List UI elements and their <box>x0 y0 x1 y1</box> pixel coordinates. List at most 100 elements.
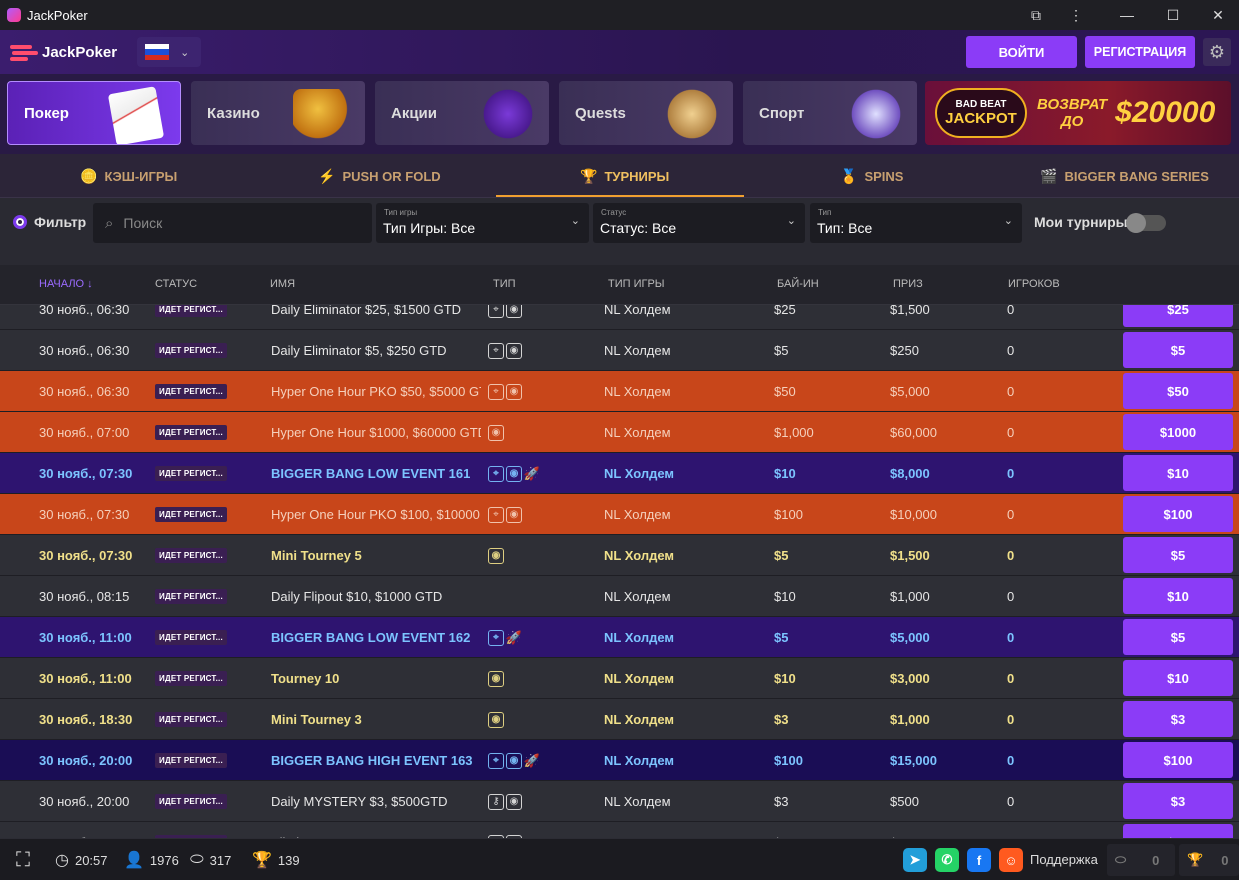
filter-label: Фильтр <box>34 214 87 230</box>
table-row[interactable]: 30 нояб., 20:00 ИДЕТ РЕГИСТ... Daily MYSTE… <box>0 781 1239 822</box>
game-type-select[interactable]: Тип игры Тип Игры: Все ⌄ <box>376 203 589 243</box>
register-tournament-button[interactable]: $10 <box>1123 455 1233 491</box>
tab-spins[interactable]: 🏅 SPINS <box>840 154 903 198</box>
playing-cards-icon <box>107 86 165 144</box>
register-tournament-button[interactable]: $3 <box>1123 701 1233 737</box>
register-tournament-button[interactable]: $100 <box>1123 742 1233 778</box>
name-cell: Mini Tourney 3 <box>271 712 362 727</box>
my-tournaments-counter[interactable]: 🏆 0 <box>1179 844 1239 876</box>
header-name[interactable]: ИМЯ <box>270 278 295 290</box>
table-row[interactable]: 30 нояб., 20:00 ИДЕТ РЕГИСТ... BIGGER BANG… <box>0 740 1239 781</box>
banner-line2: JACKPOT <box>945 110 1017 127</box>
register-button[interactable]: РЕГИСТРАЦИЯ <box>1085 36 1195 68</box>
register-tournament-button[interactable]: $50 <box>1123 373 1233 409</box>
fullscreen-icon[interactable]: ⛶ <box>16 839 36 880</box>
register-tournament-button[interactable]: $15 <box>1123 824 1233 838</box>
more-icon[interactable]: ⋮ <box>1053 0 1099 30</box>
table-row[interactable]: 30 нояб., 11:00 ИДЕТ РЕГИСТ... Tourney 10 ◉… <box>0 658 1239 699</box>
scroll-icon <box>661 89 723 139</box>
type-select[interactable]: Тип Тип: Все ⌄ <box>810 203 1022 243</box>
category-promotions[interactable]: Акции <box>375 81 549 145</box>
table-row[interactable]: 30 нояб., 07:30 ИДЕТ РЕГИСТ... BIGGER BANG… <box>0 453 1239 494</box>
logo[interactable]: JackPoker <box>10 43 117 61</box>
header-buyin[interactable]: БАЙ-ИН <box>777 278 819 290</box>
name-cell: BIGGER BANG LOW EVENT 162 <box>271 630 471 645</box>
status-cell: ИДЕТ РЕГИСТ... <box>155 740 227 781</box>
table-row[interactable]: 30 нояб., 06:30 ИДЕТ РЕГИСТ... Daily Elimi… <box>0 305 1239 330</box>
table-row[interactable]: 30 нояб., 18:30 ИДЕТ РЕГИСТ... Mini Tourne… <box>0 699 1239 740</box>
tab-cash-games[interactable]: 🪙 КЭШ-ИГРЫ <box>80 154 177 198</box>
header-type[interactable]: ТИП <box>493 278 516 290</box>
tab-tournaments[interactable]: 🏆 ТУРНИРЫ <box>580 154 669 198</box>
table-row[interactable]: 30 нояб., 20:00 ИДЕТ РЕГИСТ... Eliminator … <box>0 822 1239 838</box>
register-tournament-button[interactable]: $3 <box>1123 783 1233 819</box>
russian-flag-icon <box>145 44 170 60</box>
chip-icon: ◉ <box>506 342 522 359</box>
maximize-button[interactable]: ☐ <box>1150 0 1196 30</box>
facebook-icon[interactable]: f <box>967 848 991 872</box>
chip-icon: ◉ <box>506 305 522 318</box>
register-tournament-button[interactable]: $10 <box>1123 660 1233 696</box>
select-value: Тип Игры: Все <box>383 220 476 236</box>
minimize-button[interactable]: — <box>1104 0 1150 30</box>
search-input[interactable] <box>123 215 344 231</box>
filter-toggle[interactable]: Фильтр <box>13 214 86 230</box>
my-tournaments-toggle[interactable] <box>1126 213 1166 233</box>
close-button[interactable]: ✕ <box>1195 0 1239 30</box>
register-tournament-button[interactable]: $5 <box>1123 332 1233 368</box>
name-cell: Eliminator 15 <box>271 822 481 838</box>
tab-bigger-bang-series[interactable]: 🎬 BIGGER BANG SERIES <box>1040 154 1209 198</box>
players-cell: 0 <box>1007 384 1015 399</box>
type-cell: ◉ <box>488 699 504 740</box>
register-tournament-button[interactable]: $5 <box>1123 619 1233 655</box>
target-icon: ⌖ <box>488 383 504 400</box>
name-cell: Hyper One Hour PKO $100, $10000 G... <box>271 507 481 522</box>
header-prize[interactable]: ПРИЗ <box>893 278 923 290</box>
status-select[interactable]: Статус Статус: Все ⌄ <box>593 203 805 243</box>
name-cell: BIGGER BANG LOW EVENT 161 <box>271 466 471 481</box>
chip-icon: ◉ <box>488 711 504 728</box>
register-tournament-button[interactable]: $5 <box>1123 537 1233 573</box>
register-tournament-button[interactable]: $25 <box>1123 305 1233 327</box>
register-tournament-button[interactable]: $100 <box>1123 496 1233 532</box>
bad-beat-jackpot-banner[interactable]: BAD BEAT JACKPOT ВОЗВРАТ ДО $20000 <box>925 81 1231 145</box>
banner-amount: $20000 <box>1115 96 1216 129</box>
search-box[interactable]: ⌕ <box>93 203 372 243</box>
table-row[interactable]: 30 нояб., 06:30 ИДЕТ РЕГИСТ... Hyper One H… <box>0 371 1239 412</box>
category-quests[interactable]: Quests <box>559 81 733 145</box>
prize-cell: $500 <box>890 794 919 809</box>
support-link[interactable]: Поддержка <box>1030 852 1098 867</box>
language-selector[interactable]: ⌄ <box>137 37 202 67</box>
banner-line1: BAD BEAT <box>955 99 1007 110</box>
category-casino[interactable]: Казино <box>191 81 365 145</box>
table-row[interactable]: 30 нояб., 08:15 ИДЕТ РЕГИСТ... Daily Flipo… <box>0 576 1239 617</box>
support-agent-icon[interactable]: ☺ <box>999 848 1023 872</box>
buyin-cell: $1,000 <box>774 425 814 440</box>
category-sport[interactable]: Спорт <box>743 81 917 145</box>
start-cell: 30 нояб., 11:00 <box>39 630 132 645</box>
table-row[interactable]: 30 нояб., 07:00 ИДЕТ РЕГИСТ... Hyper One H… <box>0 412 1239 453</box>
login-button[interactable]: ВОЙТИ <box>966 36 1077 68</box>
register-tournament-button[interactable]: $1000 <box>1123 414 1233 450</box>
table-row[interactable]: 30 нояб., 11:00 ИДЕТ РЕГИСТ... BIGGER BANG… <box>0 617 1239 658</box>
register-tournament-button[interactable]: $10 <box>1123 578 1233 614</box>
start-cell: 30 нояб., 06:30 <box>39 384 130 399</box>
prize-cell: $5,000 <box>890 630 930 645</box>
header-start[interactable]: НАЧАЛО ↓ <box>39 278 93 290</box>
tab-push-or-fold[interactable]: ⚡ PUSH OR FOLD <box>318 154 441 198</box>
my-tables-counter[interactable]: ⬭ 0 <box>1107 844 1175 876</box>
header-players[interactable]: ИГРОКОВ <box>1008 278 1060 290</box>
category-poker[interactable]: Покер <box>7 81 181 145</box>
table-row[interactable]: 30 нояб., 06:30 ИДЕТ РЕГИСТ... Daily Elimi… <box>0 330 1239 371</box>
tab-label: КЭШ-ИГРЫ <box>104 168 178 184</box>
table-row[interactable]: 30 нояб., 07:30 ИДЕТ РЕГИСТ... Hyper One H… <box>0 494 1239 535</box>
header-game-type[interactable]: ТИП ИГРЫ <box>608 278 665 290</box>
telegram-icon[interactable]: ➤ <box>903 848 927 872</box>
table-row[interactable]: 30 нояб., 07:30 ИДЕТ РЕГИСТ... Mini Tourne… <box>0 535 1239 576</box>
whatsapp-icon[interactable]: ✆ <box>935 848 959 872</box>
my-tourneys-value: 0 <box>1221 852 1229 868</box>
header-status[interactable]: СТАТУС <box>155 278 197 290</box>
name-cell: Tourney 10 <box>271 671 340 686</box>
target-icon: ⌖ <box>488 752 504 769</box>
settings-gear-icon[interactable]: ⚙ <box>1203 38 1231 66</box>
